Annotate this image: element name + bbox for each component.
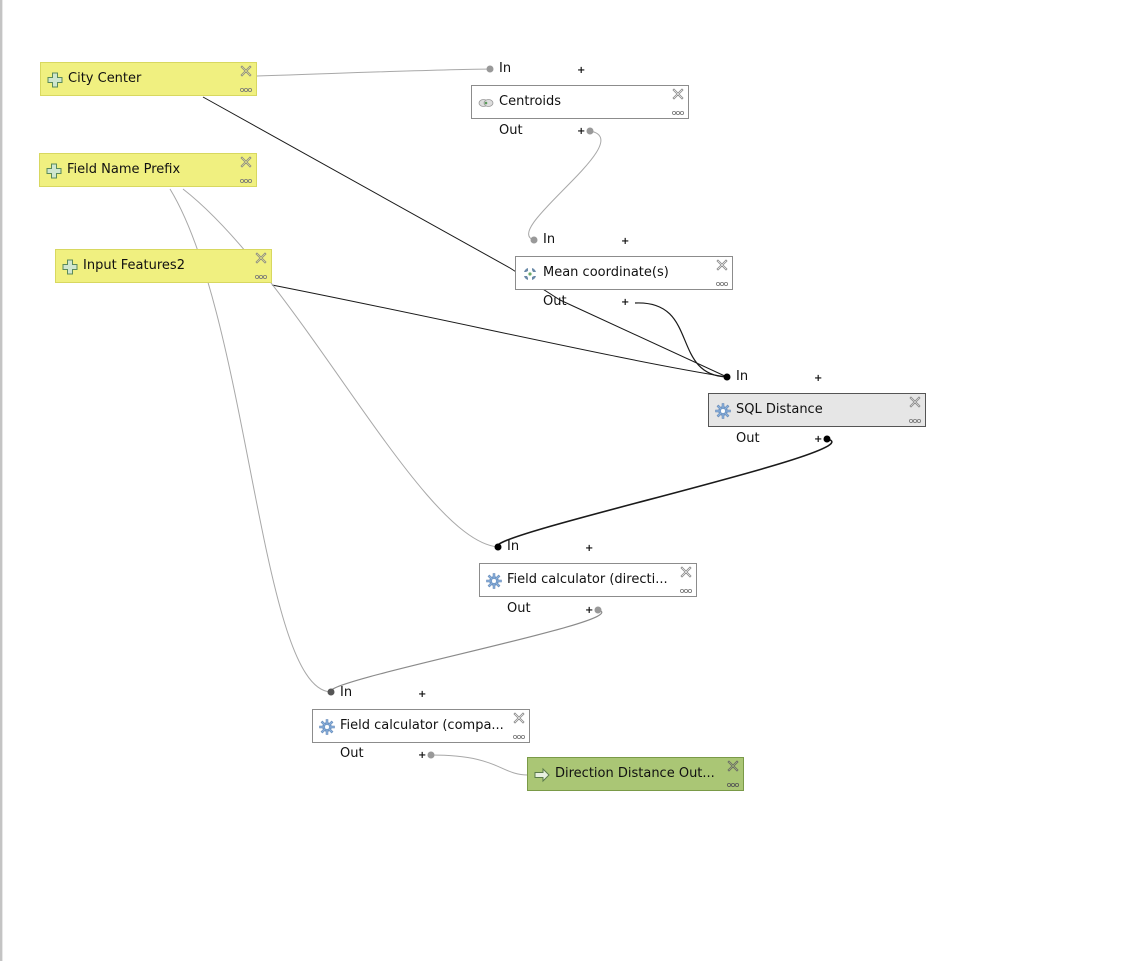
wire-field-calc-compass-to-output (430, 754, 529, 776)
port-dot-centroids-out[interactable] (586, 127, 594, 135)
node-label: Direction Distance Out... (555, 766, 715, 781)
add-output-button[interactable]: + (621, 298, 629, 308)
centroids-icon (478, 99, 494, 107)
plus-cross-icon (62, 259, 78, 275)
add-input-button[interactable]: + (621, 237, 629, 247)
wire-sql-distance-to-field-calc-direction (497, 438, 833, 548)
port-label-out: Out (736, 431, 760, 446)
algorithm-node-centroids[interactable]: Centroids (471, 85, 689, 119)
port-label-in: In (507, 539, 520, 554)
node-label: Input Features2 (83, 258, 185, 273)
node-label: City Center (68, 71, 142, 86)
add-input-button[interactable]: + (585, 544, 593, 554)
port-label-out: Out (499, 123, 523, 138)
plus-cross-icon (46, 163, 62, 179)
more-options-icon[interactable] (240, 87, 252, 93)
port-label-in: In (736, 369, 749, 384)
more-options-icon[interactable] (513, 734, 525, 740)
close-icon[interactable] (672, 88, 684, 100)
more-options-icon[interactable] (716, 281, 728, 287)
close-icon[interactable] (716, 259, 728, 271)
wire-city-center-to-centroids (256, 68, 491, 77)
port-dot-fccomp-in[interactable] (327, 688, 335, 696)
port-label-in: In (543, 232, 556, 247)
add-input-button[interactable]: + (418, 690, 426, 700)
node-label: Mean coordinate(s) (543, 265, 669, 280)
port-label-in: In (499, 61, 512, 76)
add-output-button[interactable]: + (577, 127, 585, 137)
input-node-input-features2[interactable]: Input Features2 (55, 249, 272, 283)
more-options-icon[interactable] (672, 110, 684, 116)
more-options-icon[interactable] (727, 782, 739, 788)
node-label: Field calculator (compa... (340, 718, 504, 733)
algorithm-node-field-calculator-direction[interactable]: Field calculator (directi... (479, 563, 697, 597)
node-label: Centroids (499, 94, 562, 109)
wire-field-name-prefix-to-field-calc-direction (182, 188, 499, 548)
close-icon[interactable] (240, 65, 252, 77)
add-input-button[interactable]: + (577, 66, 585, 76)
node-label: Field calculator (directi... (507, 572, 668, 587)
more-options-icon[interactable] (255, 274, 267, 280)
more-options-icon[interactable] (680, 588, 692, 594)
port-dot-fccomp-out[interactable] (427, 751, 435, 759)
input-node-city-center[interactable]: City Center (40, 62, 257, 96)
close-icon[interactable] (727, 760, 739, 772)
port-dot-sql-in[interactable] (723, 373, 731, 381)
add-input-button[interactable]: + (814, 374, 822, 384)
wire-city-center-to-sql-distance (202, 96, 728, 378)
close-icon[interactable] (240, 156, 252, 168)
algorithm-node-field-calculator-compass[interactable]: Field calculator (compa... (312, 709, 530, 743)
port-dot-centroids-in[interactable] (486, 65, 494, 73)
more-options-icon[interactable] (240, 178, 252, 184)
algorithm-node-mean-coordinates[interactable]: Mean coordinate(s) (515, 256, 733, 290)
wire-mean-coordinates-to-sql-distance (634, 302, 728, 378)
port-dot-mean-in[interactable] (530, 236, 538, 244)
node-label: Field Name Prefix (67, 162, 181, 177)
output-node-direction-distance[interactable]: Direction Distance Out... (527, 757, 744, 791)
port-dot-sql-out[interactable] (823, 435, 831, 443)
add-output-button[interactable]: + (585, 606, 593, 616)
wire-input-features2-to-sql-distance (271, 284, 728, 378)
gear-icon (319, 719, 335, 735)
close-icon[interactable] (680, 566, 692, 578)
connection-layer (169, 65, 833, 776)
mean-coordinates-icon (524, 268, 536, 280)
gear-icon (486, 573, 502, 589)
port-dot-fcdir-in[interactable] (494, 543, 502, 551)
port-label-out: Out (340, 746, 364, 761)
more-options-icon[interactable] (909, 418, 921, 424)
algorithm-node-sql-distance[interactable]: SQL Distance (708, 393, 926, 427)
gear-icon (715, 403, 731, 419)
port-label-in: In (340, 685, 353, 700)
close-icon[interactable] (909, 396, 921, 408)
add-output-button[interactable]: + (814, 435, 822, 445)
port-label-out: Out (543, 294, 567, 309)
port-label-out: Out (507, 601, 531, 616)
port-dot-fcdir-out[interactable] (594, 606, 602, 614)
arrow-right-icon (534, 767, 550, 783)
plus-cross-icon (47, 72, 63, 88)
input-node-field-name-prefix[interactable]: Field Name Prefix (39, 153, 257, 187)
close-icon[interactable] (255, 252, 267, 264)
node-label: SQL Distance (736, 402, 823, 417)
wire-centroids-to-mean-coordinates (528, 130, 602, 241)
close-icon[interactable] (513, 712, 525, 724)
add-output-button[interactable]: + (418, 751, 426, 761)
wire-field-calc-direction-to-field-calc-compass (330, 609, 603, 693)
